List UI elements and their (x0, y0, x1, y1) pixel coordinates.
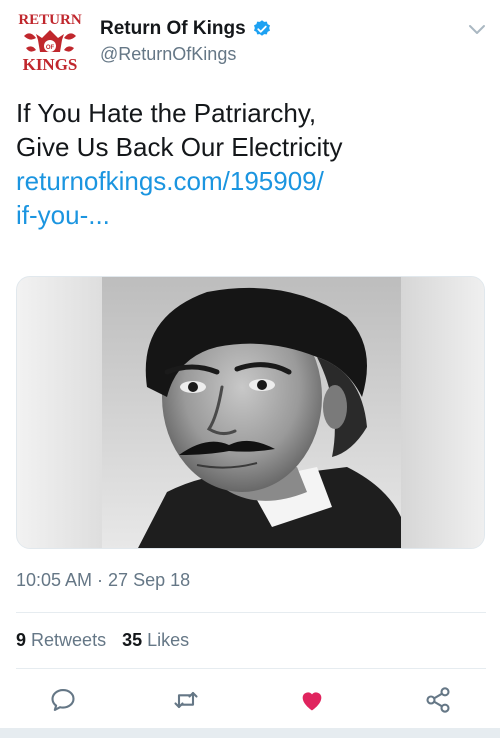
tweet-text: If You Hate the Patriarchy, Give Us Back… (16, 96, 486, 232)
divider (16, 612, 486, 613)
logo-text-middle: OF (46, 45, 55, 51)
avatar[interactable]: RETURN OF KINGS (16, 8, 84, 74)
retweet-icon[interactable] (172, 686, 200, 714)
tweet-link-line-1[interactable]: returnofkings.com/195909/ (16, 164, 486, 198)
tweet-link[interactable]: returnofkings.com/195909/ if-you-... (16, 164, 486, 232)
tweet-link-line-2[interactable]: if-you-... (16, 198, 486, 232)
verified-badge-icon (253, 20, 270, 36)
chevron-down-icon[interactable] (468, 24, 486, 36)
likes-count: 35 (122, 630, 143, 650)
retweets-stat[interactable]: 9 Retweets (16, 630, 106, 651)
retweets-count: 9 (16, 630, 27, 650)
tweet-timestamp[interactable]: 10:05 AM · 27 Sep 18 (16, 570, 190, 591)
display-name[interactable]: Return Of Kings (100, 18, 246, 40)
tweet-media[interactable] (16, 276, 485, 549)
tweet-actions (16, 680, 486, 720)
retweets-label: Retweets (31, 630, 107, 650)
divider (16, 668, 486, 669)
likes-stat[interactable]: 35 Likes (122, 630, 189, 651)
tweet-header: RETURN OF KINGS Return Of Kings @ReturnO… (16, 8, 486, 78)
bottom-separator (0, 728, 500, 738)
logo-text-bottom: KINGS (23, 55, 78, 74)
likes-label: Likes (147, 630, 190, 650)
tweet-text-line-2: Give Us Back Our Electricity (16, 132, 343, 162)
tweet-stats: 9 Retweets 35 Likes (16, 630, 205, 651)
account-info[interactable]: Return Of Kings @ReturnOfKings (100, 18, 272, 65)
account-handle[interactable]: @ReturnOfKings (100, 44, 272, 65)
logo-text-top: RETURN (18, 12, 82, 28)
tweet-text-line-1: If You Hate the Patriarchy, (16, 98, 317, 128)
portrait-photo (17, 277, 484, 548)
heart-icon[interactable] (298, 686, 326, 714)
share-icon[interactable] (424, 686, 452, 714)
reply-icon[interactable] (49, 686, 77, 714)
return-of-kings-logo: RETURN OF KINGS (18, 12, 82, 74)
